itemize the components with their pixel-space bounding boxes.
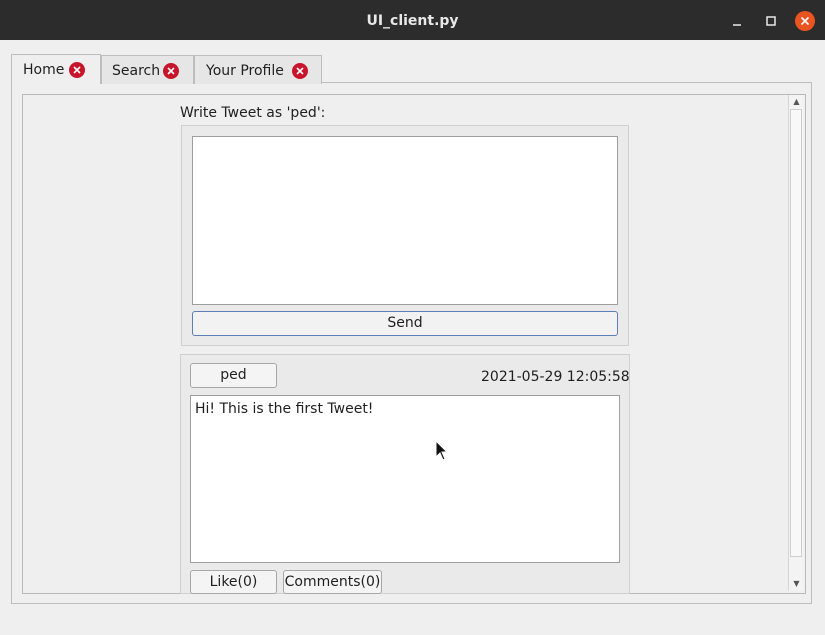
tab-your-profile-label: Your Profile bbox=[206, 63, 284, 79]
tab-close-icon[interactable] bbox=[69, 62, 85, 78]
tab-home-label: Home bbox=[23, 62, 65, 78]
compose-label: Write Tweet as 'ped': bbox=[180, 105, 326, 121]
comments-button[interactable]: Comments(0) bbox=[283, 570, 382, 594]
scroll-down-arrow-icon[interactable]: ▼ bbox=[789, 577, 804, 591]
close-button[interactable] bbox=[794, 10, 816, 32]
tweet-author-button[interactable]: ped bbox=[190, 363, 277, 388]
send-button[interactable]: Send bbox=[192, 311, 618, 336]
like-button[interactable]: Like(0) bbox=[190, 570, 277, 594]
tab-home[interactable]: Home bbox=[11, 54, 101, 84]
minimize-icon bbox=[733, 24, 741, 26]
tweet-body: Hi! This is the first Tweet! bbox=[190, 395, 620, 563]
tweet-timestamp: 2021-05-29 12:05:58 bbox=[481, 369, 630, 385]
tab-close-icon[interactable] bbox=[292, 63, 308, 79]
scroll-thumb[interactable] bbox=[790, 109, 802, 557]
maximize-icon bbox=[766, 16, 776, 26]
scroll-up-arrow-icon[interactable]: ▲ bbox=[789, 95, 804, 109]
vertical-scrollbar[interactable]: ▲ ▼ bbox=[788, 95, 804, 591]
tab-your-profile[interactable]: Your Profile bbox=[194, 55, 322, 84]
maximize-button[interactable] bbox=[760, 10, 782, 32]
title-bar: UI_client.py bbox=[0, 0, 825, 40]
window-title: UI_client.py bbox=[366, 13, 459, 29]
tab-search[interactable]: Search bbox=[101, 55, 194, 84]
close-icon bbox=[795, 11, 815, 31]
minimize-button[interactable] bbox=[726, 10, 748, 32]
tweet-input[interactable] bbox=[192, 136, 618, 305]
tab-search-label: Search bbox=[112, 63, 161, 79]
mouse-pointer-icon bbox=[435, 440, 449, 461]
tab-close-icon[interactable] bbox=[163, 63, 179, 79]
